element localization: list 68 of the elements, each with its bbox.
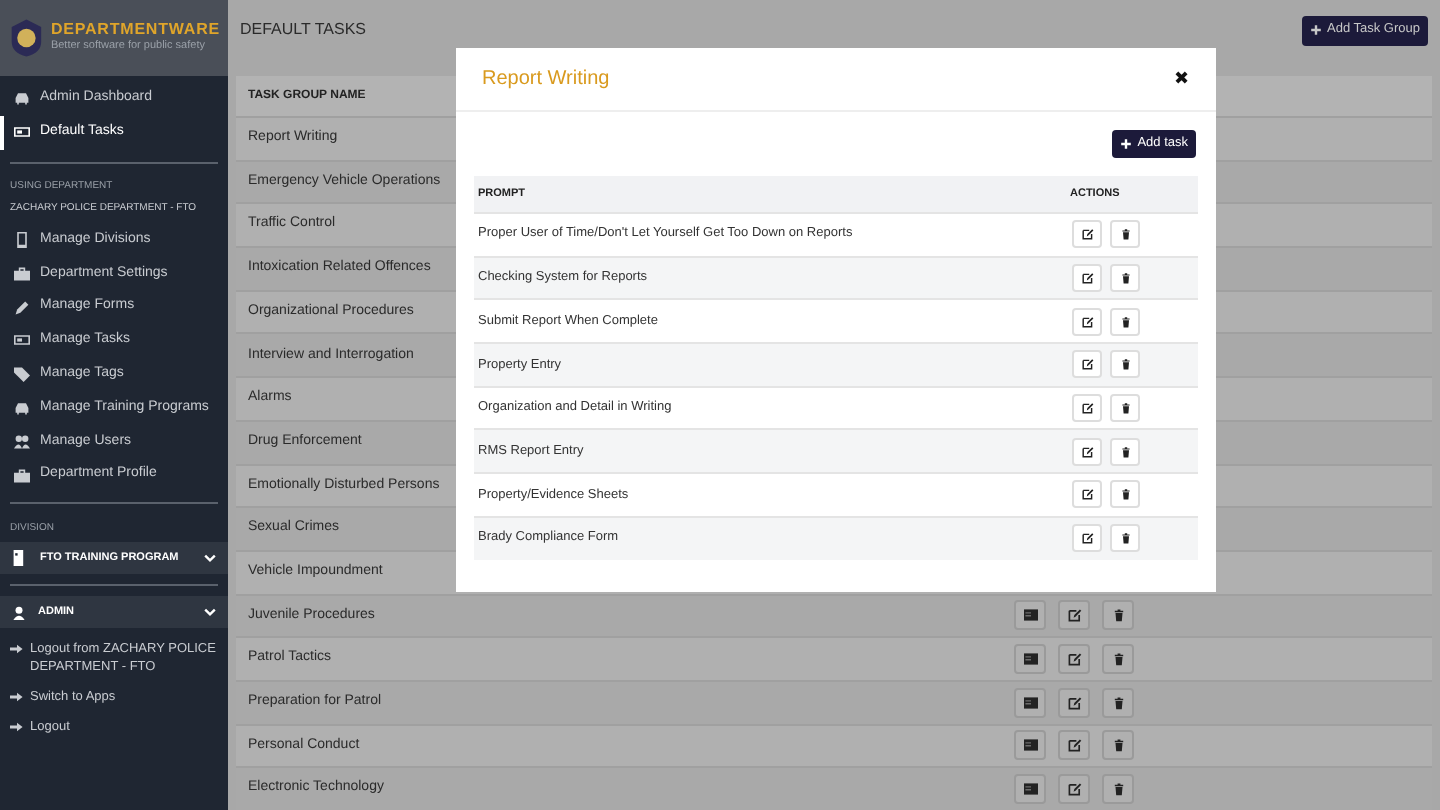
delete-button[interactable] xyxy=(1102,644,1134,675)
chevron-down-icon xyxy=(204,606,216,619)
edit-icon xyxy=(1067,738,1081,753)
edit-icon xyxy=(1081,532,1093,545)
badge-logo-icon xyxy=(8,16,45,60)
building-icon xyxy=(12,550,28,567)
edit-icon xyxy=(1081,358,1093,371)
trash-icon xyxy=(1119,532,1131,545)
user-icon xyxy=(12,605,26,620)
chevron-down-icon xyxy=(204,552,216,565)
trash-icon xyxy=(1119,272,1131,285)
trash-icon xyxy=(1111,608,1125,623)
list-icon xyxy=(1023,652,1037,667)
plus-icon xyxy=(1309,24,1321,36)
trash-icon xyxy=(1111,652,1125,667)
sign-out-icon xyxy=(10,642,24,657)
plus-icon xyxy=(1119,138,1132,150)
car-icon xyxy=(14,399,30,416)
trash-icon xyxy=(1119,445,1131,458)
trash-icon xyxy=(1119,402,1131,415)
edit-button[interactable] xyxy=(1058,644,1090,675)
trash-icon xyxy=(1111,695,1125,710)
edit-button[interactable] xyxy=(1058,600,1090,631)
edit-icon xyxy=(1081,488,1093,501)
view-button[interactable] xyxy=(1014,774,1046,805)
trash-icon xyxy=(1119,228,1131,241)
view-button[interactable] xyxy=(1014,600,1046,631)
list-icon xyxy=(1023,695,1037,710)
edit-button[interactable] xyxy=(1058,730,1090,761)
delete-button[interactable] xyxy=(1102,730,1134,761)
trash-icon xyxy=(1111,738,1125,753)
delete-button[interactable] xyxy=(1102,600,1134,631)
edit-button[interactable] xyxy=(1058,774,1090,805)
brand-name: DEPARTMENTWARE xyxy=(50,22,220,39)
car-icon xyxy=(14,90,30,107)
list-icon xyxy=(1023,782,1037,797)
delete-button[interactable] xyxy=(1102,687,1134,718)
list-icon xyxy=(1023,738,1037,753)
view-button[interactable] xyxy=(1014,644,1046,675)
list-icon xyxy=(1023,608,1037,623)
tablet-icon xyxy=(14,231,30,248)
view-button[interactable] xyxy=(1014,730,1046,761)
trash-icon xyxy=(1119,358,1131,371)
page-title: DEFAULT TASKS xyxy=(240,18,366,42)
edit-icon xyxy=(1081,445,1093,458)
trash-icon xyxy=(1119,315,1131,328)
edit-icon xyxy=(1067,782,1081,797)
briefcase-icon xyxy=(14,265,30,282)
trash-icon xyxy=(1111,782,1125,797)
edit-icon xyxy=(1081,315,1093,328)
edit-icon xyxy=(1067,695,1081,710)
edit-icon xyxy=(1081,228,1093,241)
pencil-icon xyxy=(14,299,30,316)
edit-icon xyxy=(1067,652,1081,667)
modal-title: Report Writing xyxy=(482,66,610,94)
edit-button[interactable] xyxy=(1058,687,1090,718)
close-button[interactable]: ✖ xyxy=(1174,70,1190,88)
card-icon xyxy=(14,124,30,141)
card-icon xyxy=(14,332,30,349)
trash-icon xyxy=(1119,488,1131,501)
view-button[interactable] xyxy=(1014,687,1046,718)
users-icon xyxy=(14,433,30,450)
delete-button[interactable] xyxy=(1102,774,1134,805)
edit-icon xyxy=(1081,402,1093,415)
edit-icon xyxy=(1067,608,1081,623)
tag-icon xyxy=(14,366,30,383)
briefcase-icon xyxy=(14,467,30,484)
edit-icon xyxy=(1081,272,1093,285)
